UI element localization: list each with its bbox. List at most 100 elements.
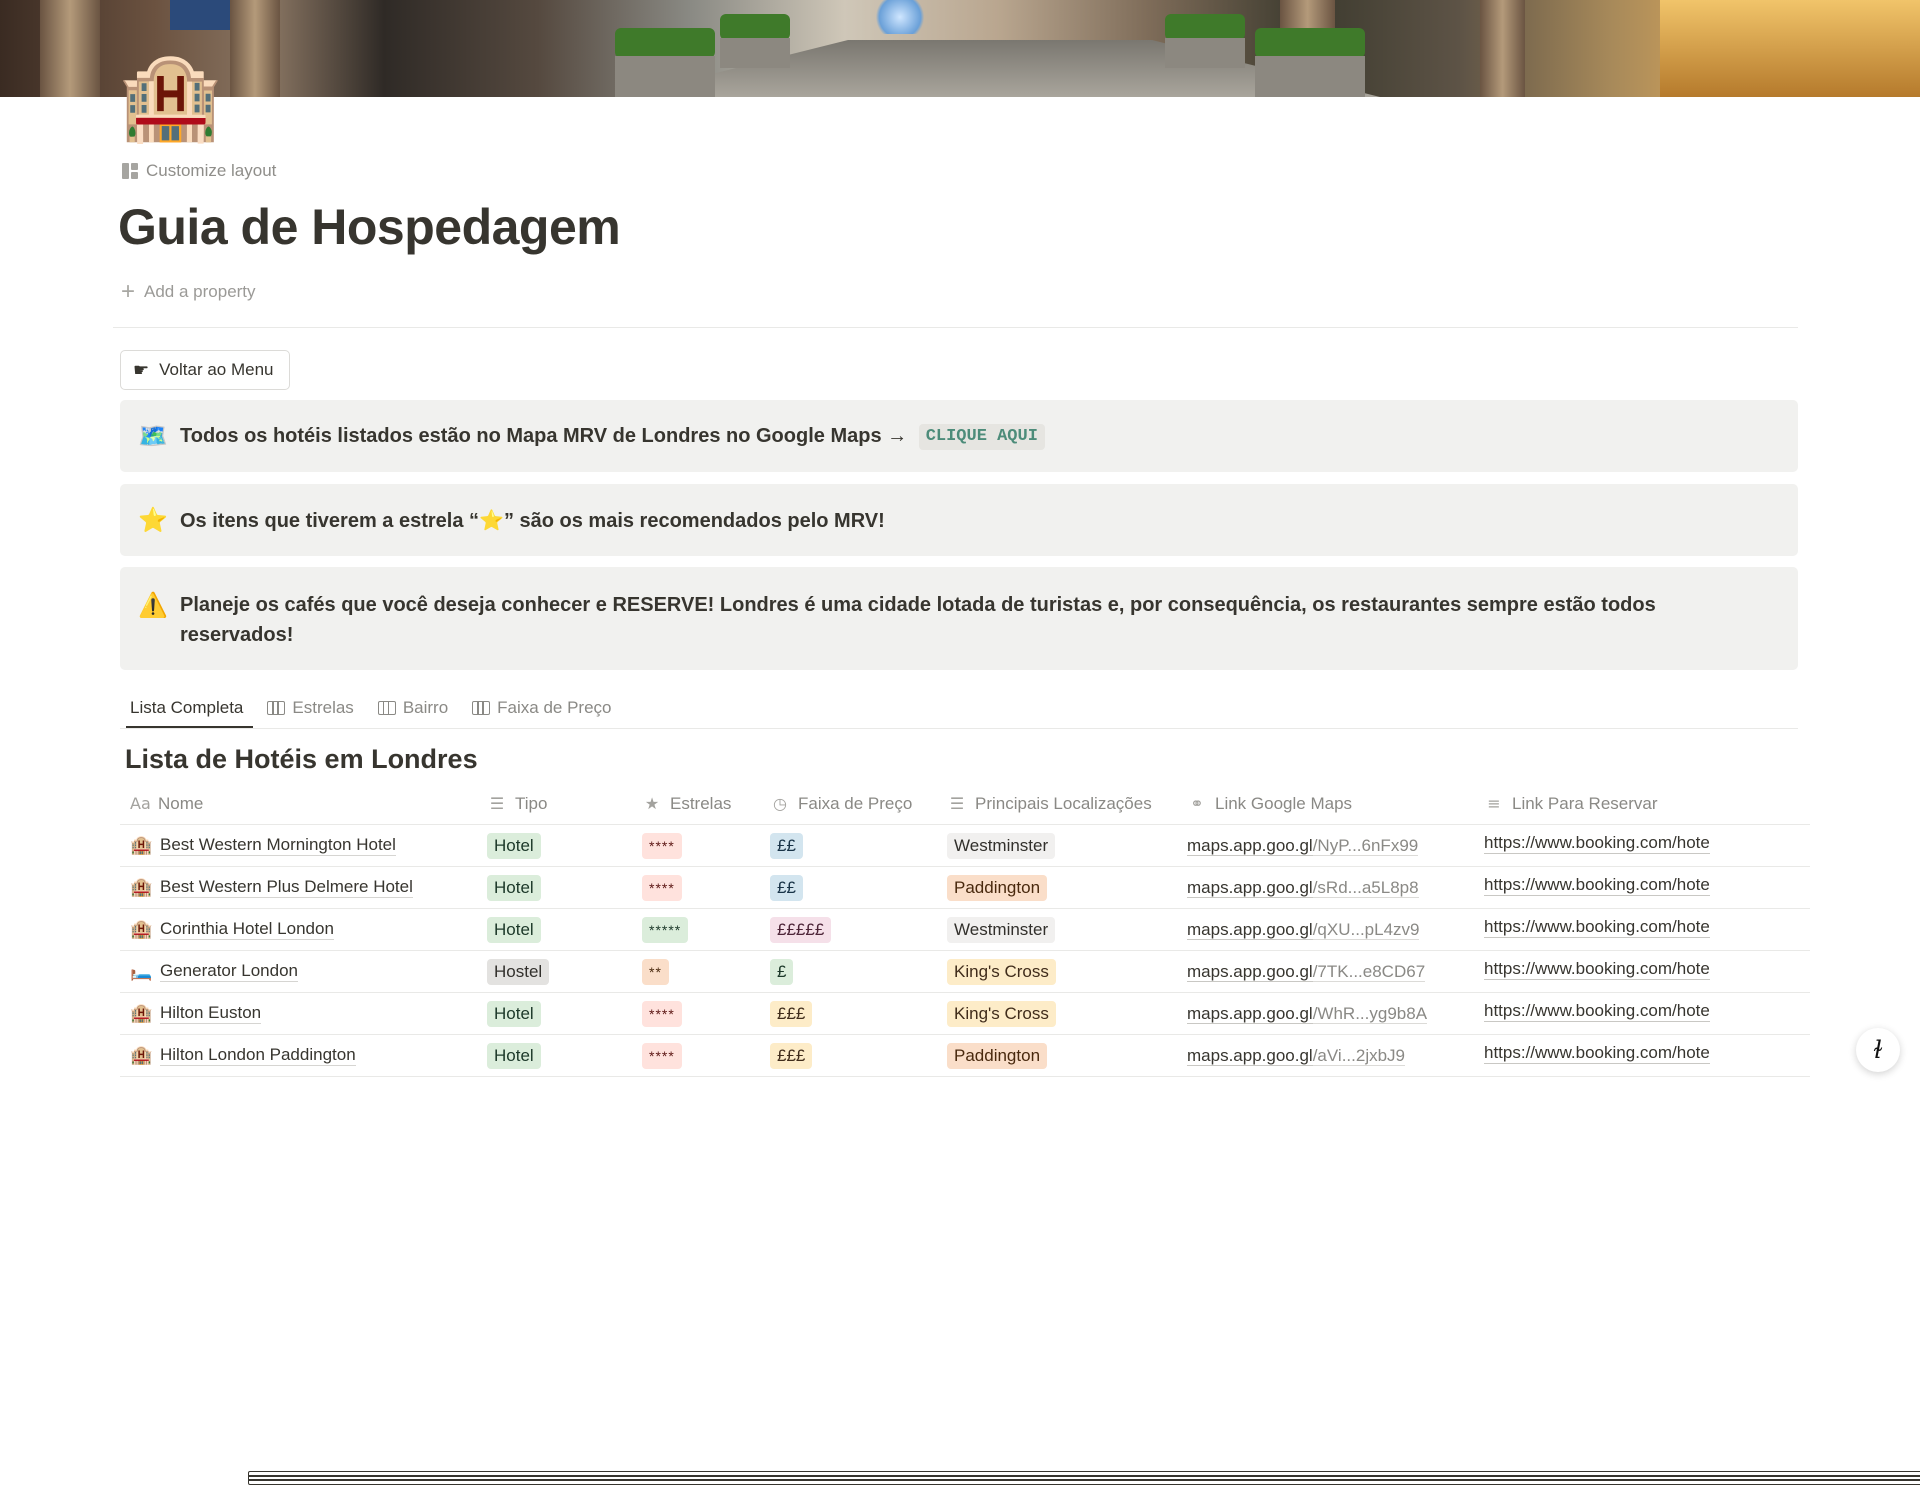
booking-link[interactable]: https://www.booking.com/hote [1484, 917, 1710, 938]
booking-link[interactable]: https://www.booking.com/hote [1484, 1001, 1710, 1022]
text-type-icon: Aa [130, 794, 151, 813]
link-path: /NyP...6nFx99 [1312, 835, 1419, 856]
add-property-button[interactable]: + Add a property [121, 280, 256, 304]
hotel-name[interactable]: Best Western Mornington Hotel [160, 835, 396, 856]
google-maps-link[interactable]: maps.app.goo.gl/sRd...a5L8p8 [1177, 877, 1474, 898]
table-header: Aa Nome ☰ Tipo ★ Estrelas ◷ Faixa de Preço ☰… [120, 783, 1810, 825]
tab-label: Faixa de Preço [497, 698, 612, 717]
google-maps-link[interactable]: maps.app.goo.gl/NyP...6nFx99 [1177, 835, 1474, 856]
hotel-name[interactable]: Corinthia Hotel London [160, 919, 334, 940]
link-icon: ⚭ [1190, 794, 1204, 813]
type-tag: Hostel [487, 958, 550, 985]
table-row[interactable]: 🏨 Corinthia Hotel London Hotel ***** ££££… [120, 909, 1810, 951]
column-header-localizacoes[interactable]: ☰ Principais Localizações [937, 794, 1177, 814]
link-domain: maps.app.goo.gl [1187, 1045, 1313, 1066]
type-tag: Hotel [487, 832, 541, 859]
list-icon: ☰ [949, 794, 965, 813]
table-row[interactable]: 🏨 Best Western Mornington Hotel Hotel ***… [120, 825, 1810, 867]
location-tag: Westminster [947, 916, 1056, 943]
board-icon [377, 701, 396, 715]
column-label: Principais Localizações [975, 793, 1152, 813]
tabs-divider [120, 728, 1798, 729]
table-row[interactable]: 🏨 Hilton Euston Hotel **** £££ King's Cro… [120, 993, 1810, 1035]
hotel-name[interactable]: Hilton Euston [160, 1003, 262, 1024]
callout-recommended-text-start: Os itens que tiverem a estrela “ [180, 510, 480, 532]
google-maps-link[interactable]: maps.app.goo.gl/qXU...pL4zv9 [1177, 919, 1474, 940]
hotel-icon: 🏨 [130, 835, 153, 856]
callout-recommended: ⭐ Os itens que tiverem a estrela “⭐” são… [120, 484, 1798, 556]
google-maps-link[interactable]: maps.app.goo.gl/WhR...yg9b8A [1177, 1003, 1474, 1024]
column-header-estrelas[interactable]: ★ Estrelas [632, 794, 760, 814]
booking-link[interactable]: https://www.booking.com/hote [1484, 959, 1710, 980]
pointing-hand-icon: ☛ [133, 359, 150, 380]
booking-link[interactable]: https://www.booking.com/hote [1484, 1043, 1710, 1064]
tab-label: Estrelas [292, 698, 354, 717]
tab-lista-completa[interactable]: Lista Completa [125, 688, 1920, 1485]
tab-label: Bairro [402, 698, 449, 717]
help-button[interactable]: ɫ [1856, 1028, 1900, 1072]
stars-tag: ***** [642, 916, 689, 943]
link-domain: maps.app.goo.gl [1187, 1003, 1313, 1024]
hotel-name[interactable]: Hilton London Paddington [160, 1045, 356, 1066]
table-row[interactable]: 🛏️ Generator London Hostel ** £ King's Cr… [120, 951, 1810, 993]
map-icon: 🗺️ [138, 422, 168, 450]
link-path: /aVi...2jxbJ9 [1312, 1045, 1405, 1066]
back-to-menu-button[interactable]: ☛ Voltar ao Menu [120, 350, 290, 390]
link-domain: maps.app.goo.gl [1187, 835, 1313, 856]
callout-map-text: Todos os hotéis listados estão no Mapa M… [180, 425, 908, 447]
warning-icon: ⚠️ [138, 591, 168, 619]
link-path: /7TK...e8CD67 [1312, 961, 1426, 982]
tab-faixa-de-preco[interactable]: Faixa de Preço [470, 688, 613, 728]
location-tag: King's Cross [947, 1000, 1056, 1027]
column-label: Link Para Reservar [1512, 793, 1658, 813]
tab-estrelas[interactable]: Estrelas [265, 688, 355, 728]
stars-tag: **** [642, 1042, 682, 1069]
location-tag: Westminster [947, 832, 1056, 859]
type-tag: Hotel [487, 1000, 541, 1027]
google-maps-link[interactable]: maps.app.goo.gl/aVi...2jxbJ9 [1177, 1045, 1474, 1066]
callout-map: 🗺️ Todos os hotéis listados estão no Map… [120, 400, 1798, 472]
table-row[interactable]: 🏨 Best Western Plus Delmere Hotel Hotel *… [120, 867, 1810, 909]
booking-link[interactable]: https://www.booking.com/hote [1484, 875, 1710, 896]
column-header-nome[interactable]: Aa Nome [120, 794, 477, 814]
location-tag: King's Cross [947, 958, 1056, 985]
database-title[interactable]: Lista de Hotéis em Londres [125, 744, 478, 775]
hotel-icon: 🏨 [130, 919, 153, 940]
column-header-google-maps[interactable]: ⚭ Link Google Maps [1177, 794, 1474, 814]
column-label: Tipo [515, 793, 548, 813]
board-icon [267, 701, 286, 715]
clock-icon: ◷ [773, 794, 787, 813]
plus-icon: + [121, 278, 136, 305]
hotel-name[interactable]: Generator London [160, 961, 298, 982]
customize-layout-button[interactable]: Customize layout [122, 161, 276, 181]
table-icon [248, 1471, 1920, 1485]
location-tag: Paddington [947, 1042, 1048, 1069]
google-maps-link[interactable]: maps.app.goo.gl/7TK...e8CD67 [1177, 961, 1474, 982]
tab-bairro[interactable]: Bairro [376, 688, 450, 728]
type-tag: Hotel [487, 916, 541, 943]
callout-warning-text: Planeje os cafés que você deseja conhece… [180, 594, 1656, 646]
help-icon: ɫ [1873, 1036, 1883, 1064]
column-header-faixa-de-preco[interactable]: ◷ Faixa de Preço [760, 794, 937, 814]
click-here-link[interactable]: CLIQUE AQUI [918, 424, 1045, 450]
hotel-icon: 🏨 [130, 1045, 153, 1066]
table-row[interactable]: 🏨 Hilton London Paddington Hotel **** £££… [120, 1035, 1810, 1077]
price-tag: £ [770, 958, 794, 985]
star-icon: ⭐ [138, 506, 168, 534]
link-path: /WhR...yg9b8A [1312, 1003, 1428, 1024]
location-tag: Paddington [947, 874, 1048, 901]
text-icon: ≡ [1487, 794, 1501, 813]
column-header-tipo[interactable]: ☰ Tipo [477, 794, 632, 814]
booking-link[interactable]: https://www.booking.com/hote [1484, 833, 1710, 854]
link-domain: maps.app.goo.gl [1187, 877, 1313, 898]
price-tag: ££ [770, 874, 803, 901]
hotel-name[interactable]: Best Western Plus Delmere Hotel [160, 877, 413, 898]
divider [113, 327, 1798, 328]
page-title[interactable]: Guia de Hospedagem [118, 198, 621, 256]
column-header-reservar[interactable]: ≡ Link Para Reservar [1474, 794, 1810, 814]
callout-recommended-text-end: ” são os mais recomendados pelo MRV! [503, 510, 885, 532]
price-tag: ££ [770, 832, 803, 859]
type-tag: Hotel [487, 1042, 541, 1069]
hotel-icon: 🏨 [130, 877, 153, 898]
page-icon[interactable]: 🏨 [118, 48, 223, 144]
